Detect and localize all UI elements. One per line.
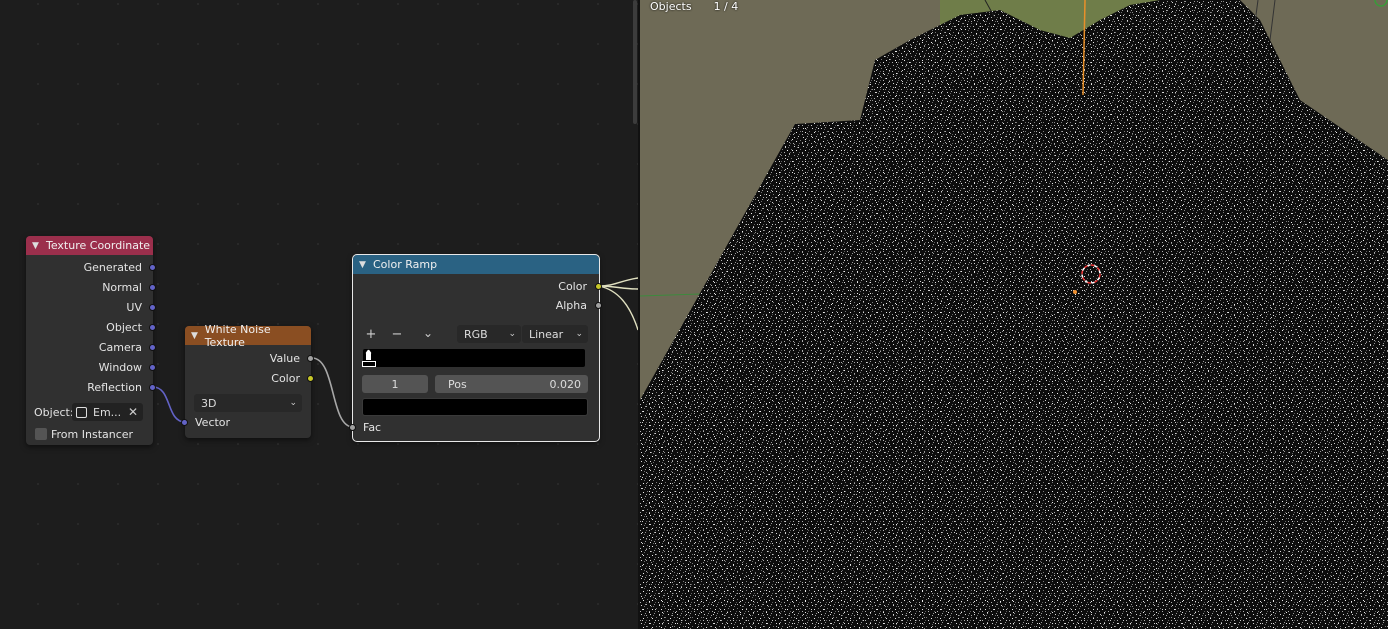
socket-uv[interactable]: [149, 304, 156, 311]
texture-coordinate-node[interactable]: ▼ Texture Coordinate Generated Normal UV…: [26, 236, 156, 445]
link-color-out-1: [598, 277, 638, 287]
mesh-object-icon: [76, 406, 87, 418]
texture-coordinate-header[interactable]: ▼ Texture Coordinate: [26, 236, 153, 255]
color-mode-dropdown[interactable]: RGB ⌄: [457, 325, 521, 343]
output-color: Color: [558, 279, 587, 293]
node-editor[interactable]: ▼ Texture Coordinate Generated Normal UV…: [0, 0, 638, 629]
chevron-down-icon: ⌄: [289, 398, 297, 408]
node-title: Texture Coordinate: [46, 239, 151, 252]
stop-color-swatch[interactable]: [362, 398, 588, 416]
scene-render: [640, 0, 1388, 629]
input-fac-label: Fac: [363, 420, 382, 434]
output-normal: Normal: [102, 280, 142, 294]
chevron-down-icon[interactable]: ▼: [359, 260, 369, 270]
from-instancer-label: From Instancer: [51, 427, 134, 441]
input-vector-label: Vector: [195, 415, 231, 429]
color-stop-handle[interactable]: [362, 361, 376, 367]
viewport-mode-label: Objects: [650, 0, 692, 13]
socket-reflection[interactable]: [149, 384, 156, 391]
object-label: Object:: [34, 405, 74, 419]
output-uv: UV: [126, 300, 142, 314]
socket-generated[interactable]: [149, 264, 156, 271]
link-color-out-3: [598, 285, 638, 331]
socket-window[interactable]: [149, 364, 156, 371]
socket-vector[interactable]: [181, 419, 188, 426]
socket-value[interactable]: [307, 355, 314, 362]
object-origin-icon: [1073, 290, 1077, 294]
ramp-menu-button[interactable]: ⌄: [418, 324, 438, 342]
link-reflection-to-vector: [152, 386, 186, 423]
add-stop-button[interactable]: +: [361, 325, 381, 343]
output-camera: Camera: [98, 340, 142, 354]
viewport-header: Objects 1 / 4: [650, 0, 738, 14]
node-editor-scrollbar[interactable]: [633, 0, 637, 124]
remove-stop-button[interactable]: −: [387, 325, 407, 343]
object-field-value: Em...: [93, 405, 122, 419]
object-field[interactable]: Em... ✕: [72, 403, 143, 421]
white-noise-header[interactable]: ▼ White Noise Texture: [185, 323, 311, 349]
output-window: Window: [98, 360, 142, 374]
viewport-object-count: 1 / 4: [713, 0, 739, 13]
from-instancer-checkbox[interactable]: [35, 428, 47, 440]
interpolation-dropdown[interactable]: Linear ⌄: [522, 325, 588, 343]
node-title: Color Ramp: [373, 258, 438, 271]
3d-viewport[interactable]: Objects 1 / 4: [640, 0, 1388, 629]
output-alpha: Alpha: [555, 298, 587, 312]
stop-index-field[interactable]: 1: [362, 375, 428, 393]
link-value-to-fac: [311, 357, 354, 428]
socket-object[interactable]: [149, 324, 156, 331]
color-ramp-node[interactable]: ▼ Color Ramp Color Alpha + − ⌄ RGB ⌄ Lin…: [349, 254, 602, 442]
socket-camera[interactable]: [149, 344, 156, 351]
output-reflection: Reflection: [87, 380, 142, 394]
chevron-down-icon[interactable]: ▼: [191, 331, 201, 341]
output-object: Object: [106, 320, 142, 334]
dimensions-dropdown[interactable]: 3D ⌄: [194, 394, 302, 412]
socket-color[interactable]: [307, 375, 314, 382]
node-title: White Noise Texture: [204, 322, 271, 349]
socket-fac[interactable]: [349, 424, 356, 431]
chevron-down-icon: ⌄: [508, 329, 516, 339]
socket-normal[interactable]: [149, 284, 156, 291]
output-generated: Generated: [83, 260, 142, 274]
color-ramp-gradient[interactable]: [363, 349, 585, 367]
socket-alpha-out[interactable]: [595, 302, 602, 309]
color-ramp-header[interactable]: ▼ Color Ramp: [353, 255, 599, 274]
white-noise-texture-node[interactable]: ▼ White Noise Texture Value Color 3D ⌄ V…: [181, 323, 314, 438]
socket-color-out[interactable]: [595, 283, 602, 290]
chevron-down-icon[interactable]: ▼: [32, 241, 42, 251]
chevron-down-icon: ⌄: [575, 329, 583, 339]
clear-icon[interactable]: ✕: [128, 405, 138, 419]
output-color: Color: [271, 371, 300, 385]
output-value: Value: [269, 351, 300, 365]
pos-field[interactable]: Pos 0.020: [435, 375, 588, 393]
